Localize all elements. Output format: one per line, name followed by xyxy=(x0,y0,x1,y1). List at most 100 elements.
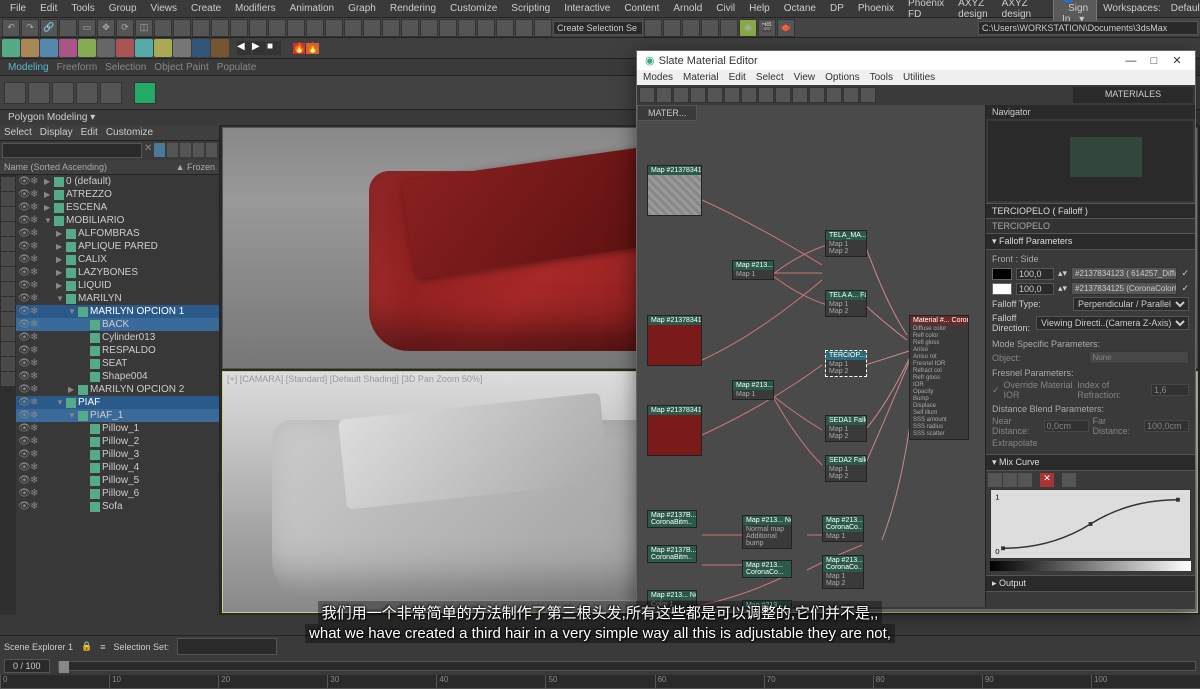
fire-icon[interactable]: 🔥 xyxy=(306,43,318,54)
filter-misc-icon[interactable] xyxy=(1,282,15,296)
tool-icon[interactable] xyxy=(420,19,438,37)
menu-tools[interactable]: Tools xyxy=(65,3,100,14)
plugin-icon[interactable] xyxy=(40,39,58,57)
sme-node-graph[interactable]: MATER... xyxy=(637,105,985,607)
tool-icon[interactable] xyxy=(268,19,286,37)
minimize-icon[interactable]: — xyxy=(1121,55,1141,67)
sme-tool-icon[interactable] xyxy=(826,87,842,103)
sme-tool-icon[interactable] xyxy=(724,87,740,103)
redo-icon[interactable]: ↷ xyxy=(21,19,39,37)
link-icon[interactable]: 🔗 xyxy=(40,19,58,37)
curve-reset-icon[interactable] xyxy=(1062,473,1076,487)
play-prev-icon[interactable]: ◀ xyxy=(237,41,251,55)
filter4-icon[interactable] xyxy=(206,143,217,157)
node-falloff-tela[interactable]: TELA_MA... FalloffMap 1Map 2 xyxy=(825,230,867,257)
filter3-icon[interactable] xyxy=(193,143,204,157)
menu-content[interactable]: Content xyxy=(618,3,665,14)
outliner-row[interactable]: 👁❄▶APLIQUE PARED xyxy=(16,240,219,253)
node-colorcorrect[interactable]: Map #213... CoronaCo...Map 1 xyxy=(732,380,774,400)
filter-misc-icon[interactable] xyxy=(1,297,15,311)
filter-misc-icon[interactable] xyxy=(1,312,15,326)
menu-scripting[interactable]: Scripting xyxy=(505,3,556,14)
tool-icon[interactable] xyxy=(401,19,419,37)
outliner-row[interactable]: 👁❄Pillow_5 xyxy=(16,474,219,487)
rollout-mixcurve[interactable]: ▾ Mix Curve xyxy=(986,454,1195,471)
play-icon[interactable]: ▶ xyxy=(252,41,266,55)
outliner-row[interactable]: 👁❄▼MOBILIARIO xyxy=(16,214,219,227)
color-swatch-front[interactable] xyxy=(992,268,1012,280)
tool-icon[interactable] xyxy=(701,19,719,37)
node-normal[interactable]: Map #213... Normal mapNormal mapAddition… xyxy=(742,515,792,549)
tool-icon[interactable] xyxy=(306,19,324,37)
tool-icon[interactable] xyxy=(663,19,681,37)
side-map-button[interactable]: #2137834125 (CoronaColorCorr xyxy=(1071,282,1177,295)
tool-icon[interactable] xyxy=(515,19,533,37)
menu-file[interactable]: File xyxy=(4,3,32,14)
selection-set-dropdown[interactable] xyxy=(553,21,643,35)
tool-icon[interactable] xyxy=(154,19,172,37)
tab-populate[interactable]: Populate xyxy=(217,62,256,73)
undo-icon[interactable]: ↶ xyxy=(2,19,20,37)
project-path-field[interactable] xyxy=(978,21,1198,35)
tool-icon[interactable] xyxy=(534,19,552,37)
outliner-row[interactable]: 👁❄▼PIAF_1 xyxy=(16,409,219,422)
outliner-row[interactable]: 👁❄▶CALIX xyxy=(16,253,219,266)
node-corona-material[interactable]: Material #... CoronaMtlDiffuse colorRefl… xyxy=(909,315,969,440)
timeline-ruler[interactable]: 0102030405060708090100 xyxy=(0,675,1200,689)
outliner-row[interactable]: 👁❄Pillow_2 xyxy=(16,435,219,448)
tool-icon[interactable] xyxy=(230,19,248,37)
node-falloff-seda[interactable]: SEDA2 FalloffMap 1Map 2 xyxy=(825,455,867,482)
outliner-row[interactable]: 👁❄▶LIQUID xyxy=(16,279,219,292)
menu-edit[interactable]: Edit xyxy=(34,3,63,14)
filter-misc-icon[interactable] xyxy=(1,372,15,386)
sme-menu-material[interactable]: Material xyxy=(683,72,719,83)
render-setup-icon[interactable]: 🎬 xyxy=(758,19,776,37)
node-bitmap[interactable]: Map #2137B...CoronaBitm.. xyxy=(647,510,697,528)
tool-icon[interactable] xyxy=(344,19,362,37)
sme-tool-icon[interactable] xyxy=(707,87,723,103)
sme-tool-icon[interactable] xyxy=(792,87,808,103)
plugin-icon[interactable] xyxy=(211,39,229,57)
outliner-row[interactable]: 👁❄Shape004 xyxy=(16,370,219,383)
node-colorcorrect[interactable]: Map #213...CoronaCo... xyxy=(742,560,792,578)
outliner-row[interactable]: 👁❄▶0 (default) xyxy=(16,175,219,188)
curve-move-icon[interactable] xyxy=(988,473,1002,487)
tool-icon[interactable] xyxy=(287,19,305,37)
node-falloff-seda[interactable]: SEDA1 FalloffMap 1Map 2 xyxy=(825,415,867,442)
menu-group[interactable]: Group xyxy=(103,3,143,14)
unlink-icon[interactable] xyxy=(59,19,77,37)
outliner-row[interactable]: 👁❄Cylinder013 xyxy=(16,331,219,344)
sme-tool-icon[interactable] xyxy=(656,87,672,103)
sme-tool-icon[interactable] xyxy=(673,87,689,103)
filter-misc-icon[interactable] xyxy=(1,357,15,371)
color-swatch-side[interactable] xyxy=(992,283,1012,295)
render-icon[interactable]: 🫖 xyxy=(777,19,795,37)
filter-misc-icon[interactable] xyxy=(1,327,15,341)
menu-axyz2[interactable]: AXYZ design xyxy=(996,0,1037,20)
outliner-row[interactable]: 👁❄SEAT xyxy=(16,357,219,370)
tool-icon[interactable] xyxy=(644,19,662,37)
move-icon[interactable]: ✥ xyxy=(97,19,115,37)
tab-objectpaint[interactable]: Object Paint xyxy=(154,62,208,73)
sme-menu-edit[interactable]: Edit xyxy=(729,72,746,83)
menu-graph[interactable]: Graph xyxy=(342,3,382,14)
menu-octane[interactable]: Octane xyxy=(778,3,822,14)
node-colorcorrect[interactable]: Map #213... CoronaCo...Map 1 xyxy=(732,260,774,280)
outliner-row[interactable]: 👁❄BACK xyxy=(16,318,219,331)
front-value-input[interactable] xyxy=(1016,268,1054,280)
fire-icon[interactable]: 🔥 xyxy=(293,43,305,54)
menu-dp[interactable]: DP xyxy=(824,3,850,14)
curve-delete-icon[interactable]: ✕ xyxy=(1040,473,1054,487)
curve-add-icon[interactable] xyxy=(1018,473,1032,487)
outliner-row[interactable]: 👁❄▶LAZYBONES xyxy=(16,266,219,279)
falloff-type-dropdown[interactable]: Perpendicular / Parallel xyxy=(1073,297,1189,311)
scale-icon[interactable]: ◫ xyxy=(135,19,153,37)
side-value-input[interactable] xyxy=(1016,283,1054,295)
outliner-row[interactable]: 👁❄▼PIAF xyxy=(16,396,219,409)
outliner-row[interactable]: 👁❄▶ALFOMBRAS xyxy=(16,227,219,240)
sme-tool-icon[interactable] xyxy=(860,87,876,103)
ribbon-toggle-icon[interactable] xyxy=(134,82,156,104)
sme-tool-icon[interactable] xyxy=(758,87,774,103)
tab-selection[interactable]: Selection xyxy=(105,62,146,73)
outliner-row[interactable]: 👁❄▼MARILYN xyxy=(16,292,219,305)
